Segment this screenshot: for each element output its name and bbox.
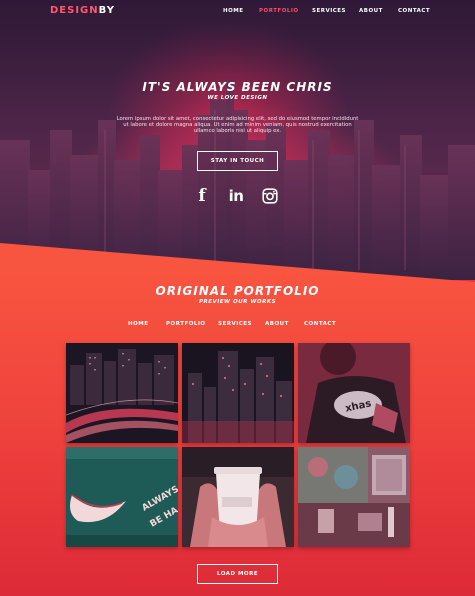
hero-body-text: Lorem ipsum dolor sit amet, consectetur … xyxy=(116,116,359,135)
main-nav: HOME PORTFOLIO SERVICES ABOUT CONTACT xyxy=(0,8,475,20)
portfolio-subtitle: PREVIEW OUR WORKS xyxy=(198,299,277,305)
portfolio-tile-studio[interactable] xyxy=(298,447,410,547)
nav-about[interactable]: ABOUT xyxy=(359,8,383,14)
portfolio-title: ORIGINAL PORTFOLIO xyxy=(155,284,320,298)
instagram-icon[interactable] xyxy=(260,186,280,206)
load-more-button[interactable]: LOAD MORE xyxy=(197,564,278,584)
portfolio-nav-about[interactable]: ABOUT xyxy=(265,321,289,327)
portfolio-grid: xhas ALWAYS BE HA xyxy=(66,343,410,547)
portfolio-nav-contact[interactable]: CONTACT xyxy=(304,321,336,327)
city-highway-image xyxy=(66,343,178,443)
nav-home[interactable]: HOME xyxy=(223,8,244,14)
top-navbar: DESIGNBY HOME PORTFOLIO SERVICES ABOUT C… xyxy=(0,0,475,24)
nav-services[interactable]: SERVICES xyxy=(312,8,346,14)
hero-title: IT'S ALWAYS BEEN CHRIS xyxy=(142,80,333,94)
nav-contact[interactable]: CONTACT xyxy=(398,8,430,14)
portfolio-nav-home[interactable]: HOME xyxy=(128,321,149,327)
facebook-icon[interactable]: f xyxy=(193,186,211,206)
portfolio-tile-tshirt[interactable]: xhas xyxy=(298,343,410,443)
portfolio-nav-portfolio[interactable]: PORTFOLIO xyxy=(166,321,206,327)
stay-in-touch-button[interactable]: STAY IN TOUCH xyxy=(197,151,278,171)
hero-section: DESIGNBY HOME PORTFOLIO SERVICES ABOUT C… xyxy=(0,0,475,280)
art-studio-image xyxy=(298,447,410,547)
linkedin-icon[interactable]: in xyxy=(225,186,247,206)
hero-subtitle: WE LOVE DESIGN xyxy=(207,95,268,101)
portfolio-tile-city-highway[interactable] xyxy=(66,343,178,443)
portfolio-tile-coffee[interactable] xyxy=(182,447,294,547)
nav-portfolio[interactable]: PORTFOLIO xyxy=(259,8,299,14)
coffee-cup-image xyxy=(182,447,294,547)
hero-overlay xyxy=(0,0,475,280)
portfolio-nav-services[interactable]: SERVICES xyxy=(218,321,252,327)
graffiti-wall-image: ALWAYS BE HA xyxy=(66,447,178,547)
portfolio-tile-city-aerial[interactable] xyxy=(182,343,294,443)
portfolio-tile-graffiti[interactable]: ALWAYS BE HA xyxy=(66,447,178,547)
city-aerial-image xyxy=(182,343,294,443)
person-tshirt-image: xhas xyxy=(298,343,410,443)
portfolio-nav: HOME PORTFOLIO SERVICES ABOUT CONTACT xyxy=(0,321,475,331)
